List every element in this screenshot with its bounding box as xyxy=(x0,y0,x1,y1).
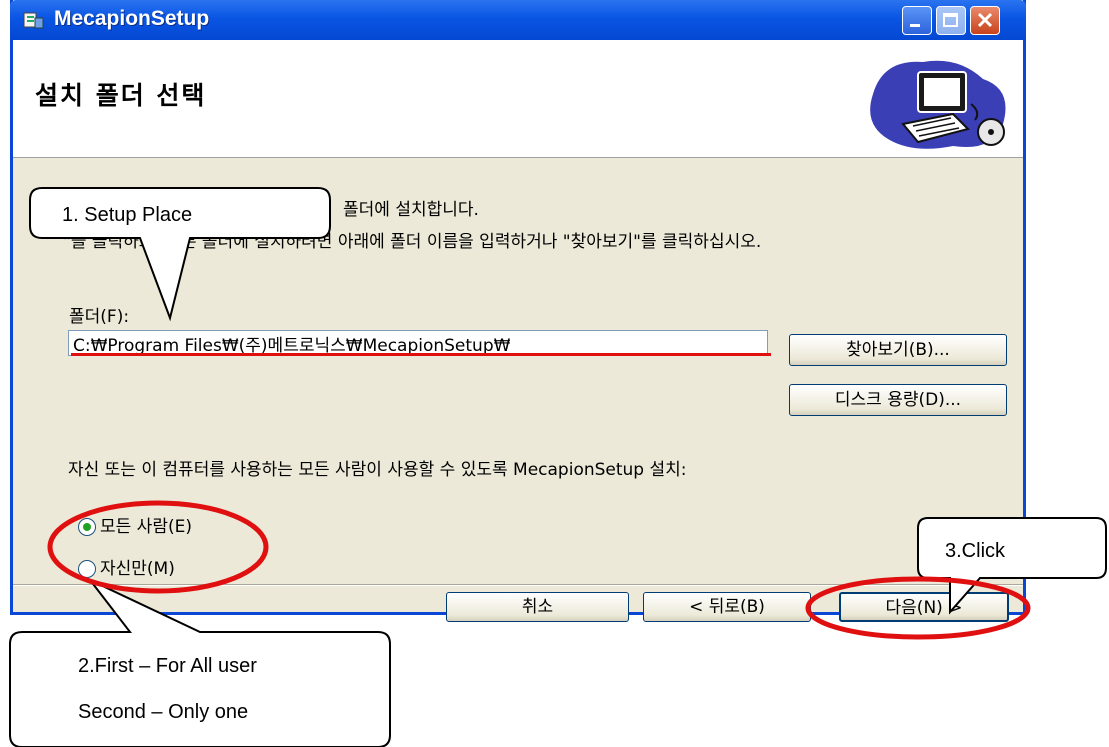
callout-2-text-line2: Second – Only one xyxy=(78,701,249,723)
callout-2-text-line1: 2.First – For All user xyxy=(78,655,257,677)
callout-3-shape xyxy=(917,517,1107,615)
callout-3-text: 3.Click xyxy=(945,540,1006,562)
radio-highlight-ellipse xyxy=(47,500,269,594)
next-highlight-ellipse xyxy=(805,576,1031,640)
callout-1-text: 1. Setup Place xyxy=(62,204,193,226)
annotation-overlay xyxy=(9,187,1107,747)
